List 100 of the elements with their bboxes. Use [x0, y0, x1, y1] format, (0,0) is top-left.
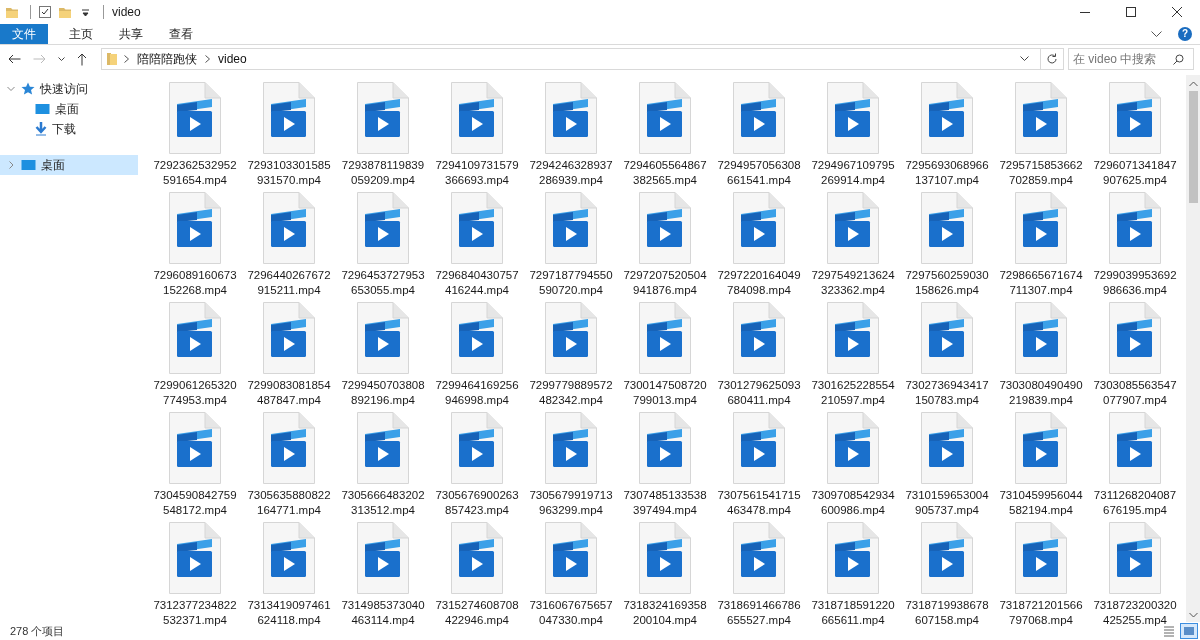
breadcrumb-item[interactable]: video	[216, 52, 249, 66]
video-file-icon[interactable]	[449, 522, 505, 594]
video-file-icon[interactable]	[1013, 302, 1069, 374]
video-file-icon[interactable]	[261, 192, 317, 264]
video-file-icon[interactable]	[543, 412, 599, 484]
search-field[interactable]: 在 video 中搜索	[1068, 48, 1194, 70]
file-name[interactable]: 7294109731579366693.mp4	[433, 158, 521, 188]
back-arrow-icon[interactable]	[7, 54, 21, 64]
video-file-icon[interactable]	[543, 82, 599, 154]
breadcrumb-item[interactable]: 陪陪陪跑侠	[135, 50, 199, 68]
file-name[interactable]: 7294957056308661541.mp4	[715, 158, 803, 188]
video-file-icon[interactable]	[637, 82, 693, 154]
video-file-icon[interactable]	[543, 192, 599, 264]
file-name[interactable]: 7309708542934600986.mp4	[809, 488, 897, 518]
file-name[interactable]: 7299039953692986636.mp4	[1091, 268, 1179, 298]
video-file-icon[interactable]	[355, 412, 411, 484]
video-file-icon[interactable]	[919, 302, 975, 374]
file-name[interactable]: 7296840430757416244.mp4	[433, 268, 521, 298]
video-file-icon[interactable]	[1107, 192, 1163, 264]
video-file-icon[interactable]	[919, 192, 975, 264]
sidebar-item[interactable]: 桌面	[0, 155, 138, 175]
file-menu-tab[interactable]: 文件	[0, 24, 48, 44]
sidebar-item[interactable]: 下载	[0, 119, 138, 139]
refresh-icon[interactable]	[1046, 53, 1058, 65]
file-name[interactable]: 7318723200320425255.mp4	[1091, 598, 1179, 628]
file-name[interactable]: 7307485133538397494.mp4	[621, 488, 709, 518]
file-name[interactable]: 7310459956044582194.mp4	[997, 488, 1085, 518]
file-name[interactable]: 7305676900263857423.mp4	[433, 488, 521, 518]
video-file-icon[interactable]	[167, 522, 223, 594]
chevron-down-icon[interactable]	[57, 56, 65, 62]
video-file-icon[interactable]	[825, 522, 881, 594]
file-name[interactable]: 7295693068966137107.mp4	[903, 158, 991, 188]
scrollbar-thumb[interactable]	[1188, 91, 1198, 203]
file-name[interactable]: 7296071341847907625.mp4	[1091, 158, 1179, 188]
file-name[interactable]: 7301279625093680411.mp4	[715, 378, 803, 408]
video-file-icon[interactable]	[167, 82, 223, 154]
file-name[interactable]: 7318718591220665611.mp4	[809, 598, 897, 628]
collapse-caret-icon[interactable]	[7, 161, 15, 169]
video-file-icon[interactable]	[919, 522, 975, 594]
file-name[interactable]: 7297220164049784098.mp4	[715, 268, 803, 298]
file-name[interactable]: 7294605564867382565.mp4	[621, 158, 709, 188]
video-file-icon[interactable]	[637, 412, 693, 484]
address-bar[interactable]: 陪陪陪跑侠 video	[101, 48, 1064, 70]
file-name[interactable]: 7294246328937286939.mp4	[527, 158, 615, 188]
video-file-icon[interactable]	[1107, 522, 1163, 594]
file-name[interactable]: 7311268204087676195.mp4	[1091, 488, 1179, 518]
file-name[interactable]: 7301625228554210597.mp4	[809, 378, 897, 408]
file-name[interactable]: 7297549213624323362.mp4	[809, 268, 897, 298]
video-file-icon[interactable]	[1013, 412, 1069, 484]
large-icons-view-button[interactable]	[1180, 623, 1198, 639]
file-name[interactable]: 7300147508720799013.mp4	[621, 378, 709, 408]
video-file-icon[interactable]	[261, 82, 317, 154]
video-file-icon[interactable]	[261, 302, 317, 374]
video-file-icon[interactable]	[449, 412, 505, 484]
file-name[interactable]: 7294967109795269914.mp4	[809, 158, 897, 188]
video-file-icon[interactable]	[637, 302, 693, 374]
file-name[interactable]: 7299464169256946998.mp4	[433, 378, 521, 408]
video-file-icon[interactable]	[1107, 82, 1163, 154]
file-name[interactable]: 7318721201566797068.mp4	[997, 598, 1085, 628]
video-file-icon[interactable]	[167, 412, 223, 484]
video-file-icon[interactable]	[1013, 192, 1069, 264]
video-file-icon[interactable]	[637, 522, 693, 594]
ribbon-tab[interactable]: 查看	[156, 24, 206, 44]
file-name[interactable]: 7318691466786655527.mp4	[715, 598, 803, 628]
video-file-icon[interactable]	[543, 522, 599, 594]
up-arrow-icon[interactable]	[77, 52, 87, 66]
file-name[interactable]: 7299450703808892196.mp4	[339, 378, 427, 408]
video-file-icon[interactable]	[825, 82, 881, 154]
ribbon-tab[interactable]: 共享	[106, 24, 156, 44]
file-name[interactable]: 7316067675657047330.mp4	[527, 598, 615, 628]
file-name[interactable]: 7296453727953653055.mp4	[339, 268, 427, 298]
video-file-icon[interactable]	[1107, 302, 1163, 374]
ribbon-tab[interactable]: 主页	[56, 24, 106, 44]
video-file-icon[interactable]	[731, 412, 787, 484]
video-file-icon[interactable]	[167, 302, 223, 374]
file-name[interactable]: 7299061265320774953.mp4	[151, 378, 239, 408]
file-name[interactable]: 7307561541715463478.mp4	[715, 488, 803, 518]
file-name[interactable]: 7302736943417150783.mp4	[903, 378, 991, 408]
file-name[interactable]: 7303085563547077907.mp4	[1091, 378, 1179, 408]
video-file-icon[interactable]	[261, 522, 317, 594]
file-name[interactable]: 7305679919713963299.mp4	[527, 488, 615, 518]
video-file-icon[interactable]	[731, 522, 787, 594]
file-name[interactable]: 7305635880822164771.mp4	[245, 488, 333, 518]
video-file-icon[interactable]	[449, 302, 505, 374]
file-name[interactable]: 7296440267672915211.mp4	[245, 268, 333, 298]
file-name[interactable]: 7305666483202313512.mp4	[339, 488, 427, 518]
video-file-icon[interactable]	[825, 412, 881, 484]
scrollbar[interactable]	[1186, 75, 1200, 622]
video-file-icon[interactable]	[449, 192, 505, 264]
help-button[interactable]: ?	[1178, 27, 1192, 41]
video-file-icon[interactable]	[1013, 82, 1069, 154]
video-file-icon[interactable]	[825, 192, 881, 264]
video-file-icon[interactable]	[167, 192, 223, 264]
video-file-icon[interactable]	[731, 302, 787, 374]
video-file-icon[interactable]	[355, 302, 411, 374]
video-file-icon[interactable]	[1107, 412, 1163, 484]
video-file-icon[interactable]	[261, 412, 317, 484]
file-name[interactable]: 7310159653004905737.mp4	[903, 488, 991, 518]
video-file-icon[interactable]	[543, 302, 599, 374]
video-file-icon[interactable]	[449, 82, 505, 154]
